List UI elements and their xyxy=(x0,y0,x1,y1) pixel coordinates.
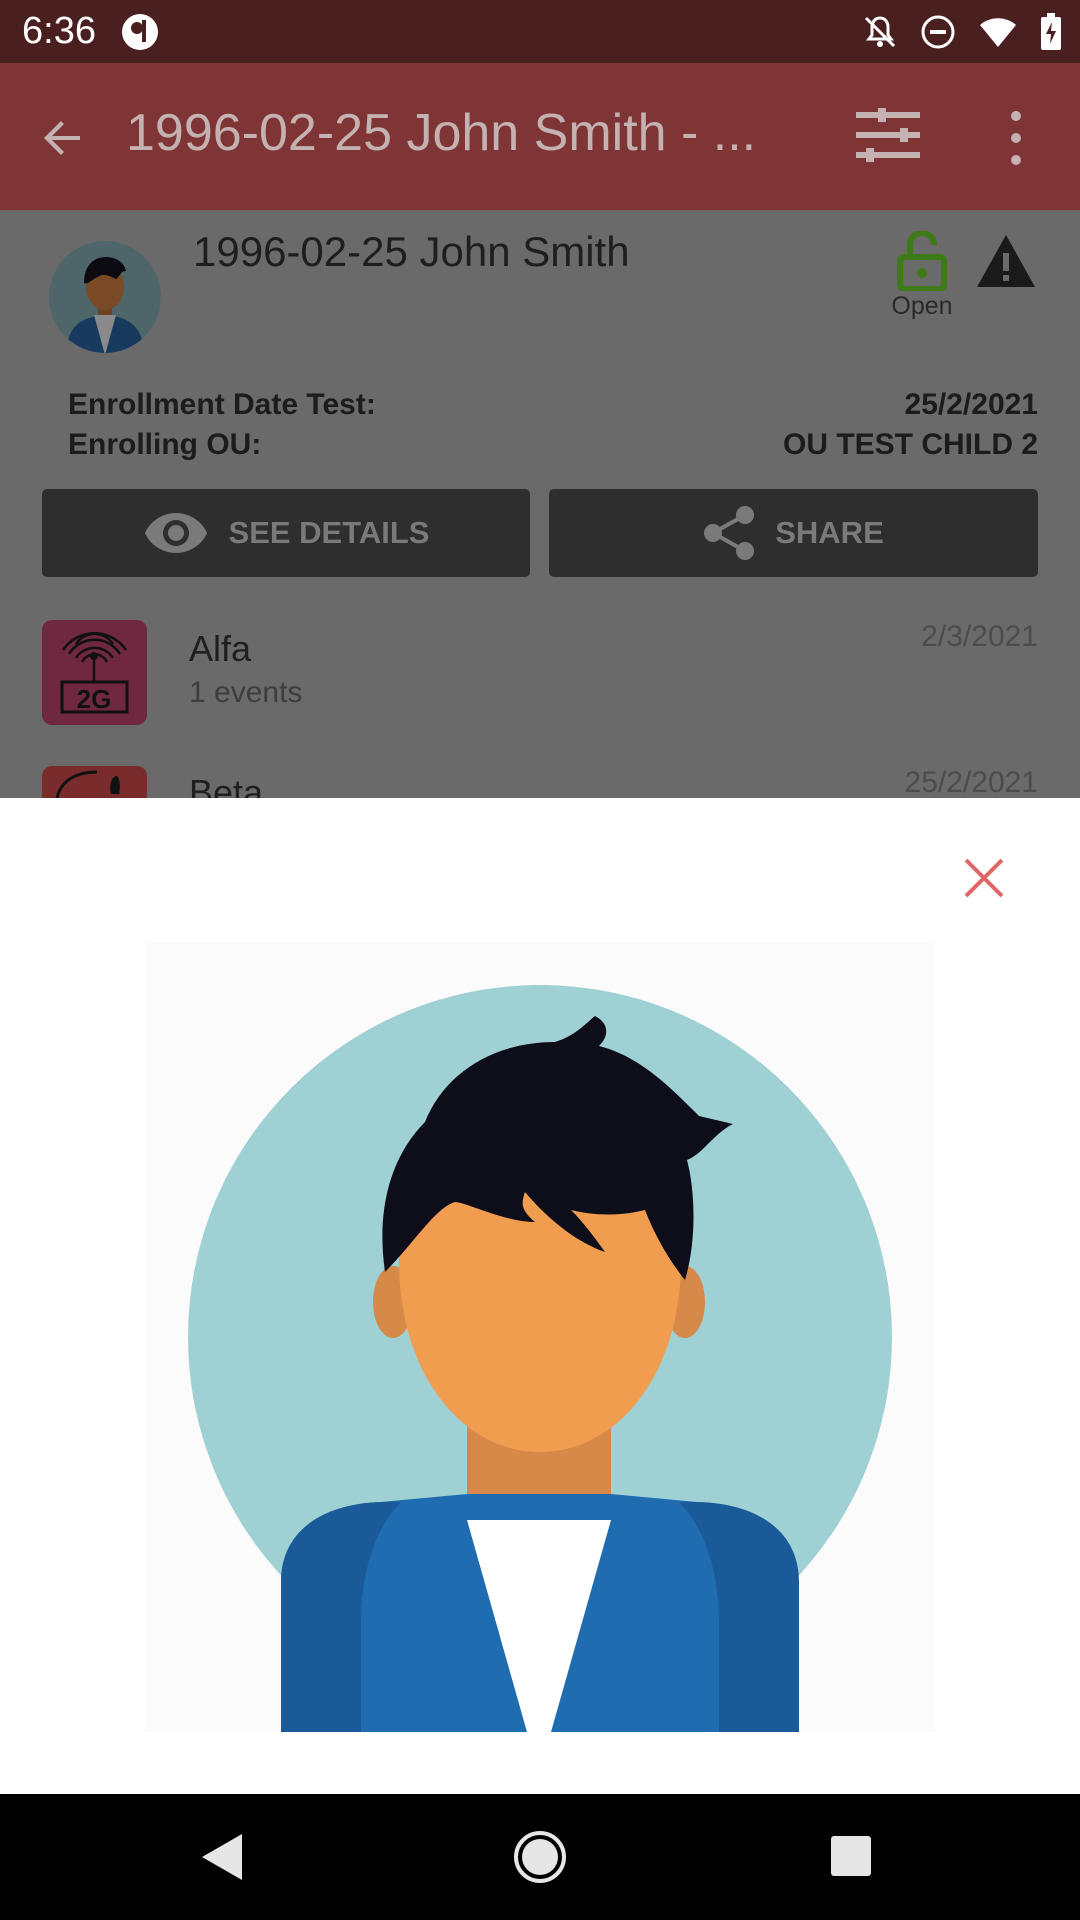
stage-icon-beta[interactable] xyxy=(42,766,147,798)
profile-image xyxy=(145,942,935,1732)
status-icons xyxy=(862,12,1062,52)
do-not-disturb-icon xyxy=(921,15,955,49)
avatar[interactable] xyxy=(48,237,162,357)
close-icon[interactable] xyxy=(962,856,1006,900)
notifications-off-icon xyxy=(864,16,896,48)
tei-name: 1996-02-25 John Smith xyxy=(193,228,630,275)
battery-charging-icon xyxy=(1041,13,1061,50)
nav-home-icon[interactable] xyxy=(513,1830,567,1884)
app-notification-icon xyxy=(120,12,160,52)
stage-name: Beta xyxy=(189,772,264,798)
stage-name: Alfa xyxy=(189,628,252,669)
share-icon xyxy=(704,506,755,560)
stage-icon-2g[interactable]: 2G xyxy=(42,620,147,725)
share-button[interactable]: SHARE xyxy=(549,489,1038,577)
back-arrow-icon[interactable] xyxy=(36,110,92,166)
status-time: 6:36 xyxy=(22,10,96,52)
stage-icon-text: 2G xyxy=(77,684,112,714)
app-bar-title: 1996-02-25 John Smith - ... xyxy=(126,104,757,162)
lock-status-label: Open xyxy=(891,292,953,320)
stage-events-count: 1 events xyxy=(189,676,303,709)
enrolling-ou-value: OU TEST CHILD 2 xyxy=(782,428,1038,461)
stage-date: 2/3/2021 xyxy=(921,620,1038,653)
lock-open-icon[interactable] xyxy=(896,229,948,292)
enrolling-ou-label: Enrolling OU: xyxy=(68,428,262,461)
wifi-icon xyxy=(980,18,1016,47)
see-details-label: SEE DETAILS xyxy=(228,515,430,550)
nav-back-icon[interactable] xyxy=(198,1832,246,1882)
eye-icon xyxy=(144,513,207,553)
stage-date: 25/2/2021 xyxy=(904,766,1038,798)
more-vert-icon[interactable] xyxy=(1000,108,1032,168)
enrollment-date-label: Enrollment Date Test: xyxy=(68,388,376,421)
warning-icon[interactable] xyxy=(975,233,1037,289)
filter-icon[interactable] xyxy=(856,108,920,164)
share-label: SHARE xyxy=(775,515,884,550)
enrollment-date-value: 25/2/2021 xyxy=(904,388,1038,421)
see-details-button[interactable]: SEE DETAILS xyxy=(42,489,530,577)
nav-recents-icon[interactable] xyxy=(830,1835,872,1877)
